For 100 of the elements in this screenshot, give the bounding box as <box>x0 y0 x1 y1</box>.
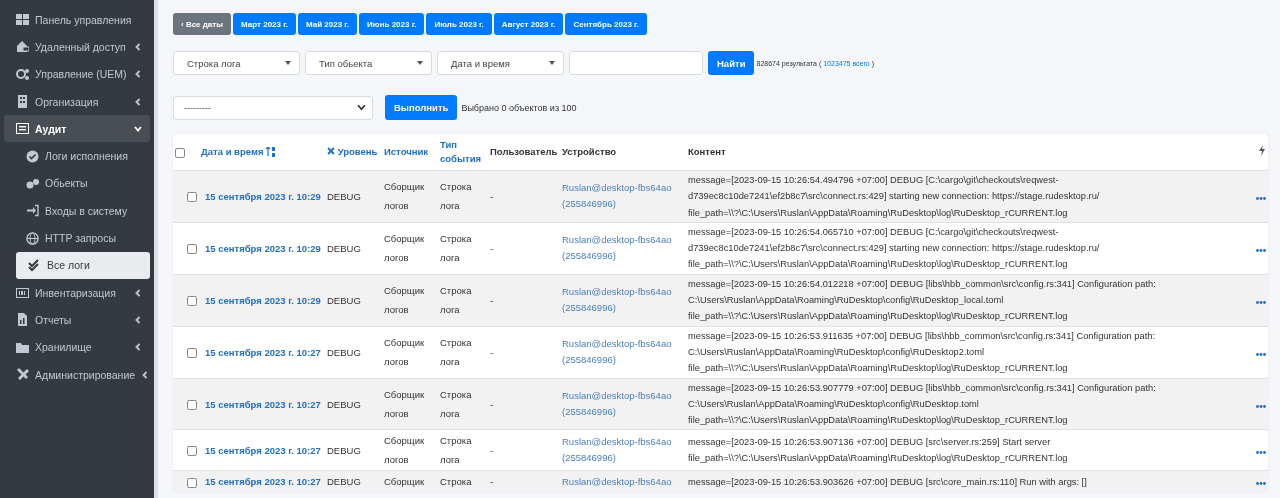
source-cell-text: Сборщик логов <box>384 284 426 318</box>
user-cell-text: - <box>490 345 495 360</box>
month-button[interactable]: Сентябрь 2023 г. <box>565 13 647 35</box>
globe-icon <box>26 231 39 245</box>
more-icon[interactable] <box>1256 404 1266 408</box>
date-link[interactable]: 15 сентября 2023 г. 10:29 <box>201 186 323 206</box>
column-header[interactable]: Источник <box>384 145 429 160</box>
level-cell-text: DEBUG <box>327 443 362 458</box>
filter-dropdown[interactable]: Строка лога <box>173 51 300 75</box>
log-content: message=[2023-09-15 10:26:53.907779 +07:00] DEBUG [libs\hbb_common\src\config.rs:341] Configuration path: C:\Users\Ruslan\AppData\Roaming\RuDesktop\config\RuDesktop.toml file_path=\\?\C:\Users\Ruslan\AppData\Roaming\RuDesktop\log\RuDesktop_rCURRENT.log <box>688 381 1157 428</box>
row-checkbox[interactable] <box>187 446 197 457</box>
barcode-box-icon <box>16 286 29 300</box>
sidebar-subitem[interactable]: HTTP запросы <box>4 224 150 252</box>
tools-icon <box>16 368 29 381</box>
date-link[interactable]: 15 сентября 2023 г. 10:27 <box>201 440 323 460</box>
user-cell-text: - <box>490 475 495 490</box>
date-link[interactable]: 15 сентября 2023 г. 10:27 <box>201 342 323 362</box>
more-icon[interactable] <box>1256 248 1266 252</box>
row-checkbox[interactable] <box>187 296 197 307</box>
sidebar-item[interactable]: Удаленный доступ <box>4 33 150 61</box>
column-header[interactable]: Уровень <box>337 145 378 160</box>
column-header[interactable]: Дата и время <box>201 145 264 160</box>
chevron-left-icon <box>134 315 142 324</box>
date-link[interactable]: 15 сентября 2023 г. 10:29 <box>201 290 323 310</box>
caret-icon <box>549 61 555 65</box>
date-link[interactable]: 15 сентября 2023 г. 10:27 <box>201 472 323 492</box>
sidebar-item[interactable]: Организация <box>4 87 150 116</box>
row-checkbox[interactable] <box>187 244 197 255</box>
list-box-icon <box>16 122 29 136</box>
sign-in-icon <box>26 204 39 218</box>
more-icon[interactable] <box>1256 196 1266 200</box>
row-checkbox[interactable] <box>187 192 197 203</box>
sidebar-subitem[interactable]: Все логи <box>16 251 150 279</box>
sidebar-item[interactable]: Панель управления <box>4 6 150 34</box>
search-field[interactable] <box>569 51 703 75</box>
more-icon[interactable] <box>1256 300 1266 304</box>
chevron-left-icon <box>134 97 142 106</box>
user-cell-text: - <box>490 443 495 458</box>
shapes-icon <box>26 176 39 190</box>
more-icon[interactable] <box>1256 482 1266 486</box>
execute-button[interactable]: Выполнить <box>385 95 458 120</box>
chevron-left-icon <box>134 42 142 51</box>
month-button[interactable]: Март 2023 г. <box>233 13 296 35</box>
sidebar-item[interactable]: Администрирование <box>4 360 150 389</box>
sidebar-item[interactable]: Аудит <box>4 115 150 143</box>
filter-dropdown[interactable]: Дата и время <box>437 51 564 75</box>
more-icon[interactable] <box>1256 450 1266 454</box>
level-cell-text: DEBUG <box>327 189 362 204</box>
month-button[interactable]: Май 2023 г. <box>297 13 358 35</box>
level-cell-text: DEBUG <box>327 397 362 412</box>
select-all-checkbox[interactable] <box>175 147 185 158</box>
chevron-left-icon <box>134 343 142 352</box>
column-header[interactable]: Тип события <box>440 138 486 166</box>
chevron-down-icon <box>357 103 366 112</box>
action-select[interactable]: --------- <box>173 95 373 120</box>
sidebar-item[interactable]: Хранилище <box>4 333 150 361</box>
building-icon <box>16 95 29 109</box>
date-link[interactable]: 15 сентября 2023 г. 10:29 <box>201 238 323 258</box>
folder-icon <box>16 340 29 354</box>
column-header: Пользователь <box>490 145 558 160</box>
all-dates-button[interactable]: ‹ Все даты <box>173 13 232 35</box>
device-link[interactable]: Ruslan@desktop-fbs64ao (255846996) <box>562 284 674 317</box>
log-content: message=[2023-09-15 10:26:53.903626 +07:00] DEBUG [src\core_main.rs:110] Run with args: [] <box>688 475 1088 489</box>
grid-icon <box>16 13 29 27</box>
sidebar-item[interactable]: Отчеты <box>4 306 150 334</box>
sidebar-item[interactable]: Инвентаризация <box>4 278 150 307</box>
device-link[interactable]: Ruslan@desktop-fbs64ao <box>562 473 674 490</box>
chevron-left-icon <box>141 370 150 379</box>
source-cell-text: Сборщик логов <box>384 434 426 468</box>
chevron-down-icon <box>134 124 142 133</box>
month-button[interactable]: Август 2023 г. <box>493 13 564 35</box>
date-link[interactable]: 15 сентября 2023 г. 10:27 <box>201 394 323 414</box>
search-button[interactable]: Найти <box>708 51 755 75</box>
sidebar-item[interactable]: Управление (UEM) <box>4 60 150 88</box>
sidebar-subitem[interactable]: Входы в систему <box>4 197 150 225</box>
device-link[interactable]: Ruslan@desktop-fbs64ao (255846996) <box>562 434 674 467</box>
row-checkbox[interactable] <box>187 400 197 410</box>
caret-icon <box>417 61 423 65</box>
sidebar-subitem[interactable]: Логи исполнения <box>4 142 150 170</box>
clear-sort-icon[interactable] <box>327 146 335 155</box>
sidebar-subitem[interactable]: Обьекты <box>4 169 150 198</box>
device-link[interactable]: Ruslan@desktop-fbs64ao (255846996) <box>562 388 674 420</box>
row-checkbox[interactable] <box>187 348 197 359</box>
device-link[interactable]: Ruslan@desktop-fbs64ao (255846996) <box>562 336 674 369</box>
event-type-cell-text: Строка лога <box>440 336 473 370</box>
chevron-left-icon <box>134 70 142 79</box>
more-icon[interactable] <box>1256 352 1266 356</box>
user-cell-text: - <box>490 293 495 308</box>
column-header: Устройство <box>562 145 617 160</box>
month-button[interactable]: Июль 2023 г. <box>426 13 492 35</box>
user-cell-text: - <box>490 397 495 412</box>
log-content: message=[2023-09-15 10:26:53.907136 +07:00] DEBUG [src\server.rs:259] Start server file_path=\\?\C:\Users\Ruslan\AppData\Roaming\RuDesktop\log\RuDesktop_rCURRENT.log <box>688 436 1069 466</box>
filter-dropdown[interactable]: Тип обьекта <box>305 51 432 75</box>
bolt-icon <box>1258 144 1266 156</box>
month-button[interactable]: Июнь 2023 г. <box>359 13 425 35</box>
row-checkbox[interactable] <box>187 477 197 488</box>
event-type-cell-text: Строка лога <box>440 284 473 318</box>
event-type-cell-text: Строка лога <box>440 232 473 266</box>
device-link[interactable]: Ruslan@desktop-fbs64ao (255846996) <box>562 232 674 265</box>
device-link[interactable]: Ruslan@desktop-fbs64ao (255846996) <box>562 180 674 213</box>
